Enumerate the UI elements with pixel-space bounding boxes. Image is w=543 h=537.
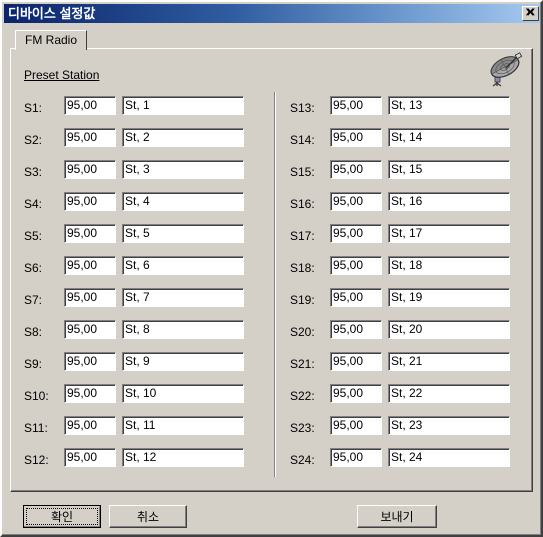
- preset-label: S22:: [290, 389, 315, 403]
- device-settings-window: 디바이스 설정값 FM Radio Preset Station S1: 95,…: [0, 0, 543, 537]
- preset-name-input[interactable]: St, 7: [122, 288, 244, 307]
- preset-name-input[interactable]: St, 13: [388, 96, 510, 115]
- preset-name-input[interactable]: St, 10: [122, 384, 244, 403]
- preset-name-input[interactable]: St, 3: [122, 160, 244, 179]
- cancel-button[interactable]: 취소: [109, 505, 187, 528]
- satellite-dish-icon: [485, 52, 525, 88]
- window-title: 디바이스 설정값: [8, 6, 96, 21]
- preset-label: S9:: [24, 357, 43, 371]
- preset-frequency-input[interactable]: 95,00: [330, 448, 382, 467]
- preset-name-input[interactable]: St, 12: [122, 448, 244, 467]
- preset-label: S4:: [24, 197, 43, 211]
- preset-label: S10:: [24, 389, 49, 403]
- preset-label: S3:: [24, 165, 43, 179]
- preset-label: S6:: [24, 261, 43, 275]
- preset-frequency-input[interactable]: 95,00: [64, 416, 116, 435]
- preset-name-input[interactable]: St, 18: [388, 256, 510, 275]
- close-icon: [526, 8, 535, 19]
- tab-fm-radio[interactable]: FM Radio: [15, 30, 88, 50]
- close-icon-glyph: [526, 8, 535, 16]
- preset-label: S7:: [24, 293, 43, 307]
- preset-label: S14:: [290, 133, 315, 147]
- preset-frequency-input[interactable]: 95,00: [330, 384, 382, 403]
- preset-name-input[interactable]: St, 19: [388, 288, 510, 307]
- preset-name-input[interactable]: St, 20: [388, 320, 510, 339]
- preset-name-input[interactable]: St, 15: [388, 160, 510, 179]
- preset-label: S19:: [290, 293, 315, 307]
- preset-label: S5:: [24, 229, 43, 243]
- preset-frequency-input[interactable]: 95,00: [64, 448, 116, 467]
- preset-frequency-input[interactable]: 95,00: [330, 224, 382, 243]
- ok-button-label: 확인: [50, 510, 74, 524]
- preset-label: S15:: [290, 165, 315, 179]
- preset-label: S13:: [290, 101, 315, 115]
- column-divider: [274, 92, 276, 477]
- preset-frequency-input[interactable]: 95,00: [64, 224, 116, 243]
- send-button[interactable]: 보내기: [357, 505, 437, 528]
- preset-label: S24:: [290, 453, 315, 467]
- preset-name-input[interactable]: St, 6: [122, 256, 244, 275]
- preset-name-input[interactable]: St, 22: [388, 384, 510, 403]
- ok-button[interactable]: 확인: [23, 505, 101, 528]
- title-bar[interactable]: 디바이스 설정값: [4, 4, 541, 23]
- preset-frequency-input[interactable]: 95,00: [64, 288, 116, 307]
- preset-name-input[interactable]: St, 2: [122, 128, 244, 147]
- preset-label: S8:: [24, 325, 43, 339]
- preset-frequency-input[interactable]: 95,00: [330, 128, 382, 147]
- preset-frequency-input[interactable]: 95,00: [330, 160, 382, 179]
- preset-frequency-input[interactable]: 95,00: [330, 352, 382, 371]
- preset-frequency-input[interactable]: 95,00: [64, 256, 116, 275]
- preset-name-input[interactable]: St, 9: [122, 352, 244, 371]
- preset-frequency-input[interactable]: 95,00: [64, 160, 116, 179]
- preset-frequency-input[interactable]: 95,00: [330, 416, 382, 435]
- preset-name-input[interactable]: St, 8: [122, 320, 244, 339]
- preset-frequency-input[interactable]: 95,00: [64, 352, 116, 371]
- preset-label: S12:: [24, 453, 49, 467]
- preset-name-input[interactable]: St, 21: [388, 352, 510, 371]
- preset-frequency-input[interactable]: 95,00: [64, 128, 116, 147]
- preset-name-input[interactable]: St, 5: [122, 224, 244, 243]
- preset-frequency-input[interactable]: 95,00: [330, 192, 382, 211]
- send-button-label: 보내기: [380, 510, 414, 524]
- preset-label: S1:: [24, 101, 43, 115]
- preset-frequency-input[interactable]: 95,00: [330, 96, 382, 115]
- preset-label: S20:: [290, 325, 315, 339]
- preset-name-input[interactable]: St, 11: [122, 416, 244, 435]
- preset-name-input[interactable]: St, 1: [122, 96, 244, 115]
- preset-frequency-input[interactable]: 95,00: [64, 384, 116, 403]
- preset-station-title: Preset Station: [24, 68, 100, 82]
- preset-label: S16:: [290, 197, 315, 211]
- preset-label: S23:: [290, 421, 315, 435]
- preset-name-input[interactable]: St, 17: [388, 224, 510, 243]
- satellite-dish-icon-glyph: [490, 52, 523, 87]
- preset-frequency-input[interactable]: 95,00: [64, 192, 116, 211]
- preset-frequency-input[interactable]: 95,00: [330, 256, 382, 275]
- preset-frequency-input[interactable]: 95,00: [64, 320, 116, 339]
- preset-label: S11:: [24, 421, 48, 435]
- preset-name-input[interactable]: St, 14: [388, 128, 510, 147]
- preset-name-input[interactable]: St, 16: [388, 192, 510, 211]
- preset-frequency-input[interactable]: 95,00: [64, 96, 116, 115]
- preset-label: S2:: [24, 133, 43, 147]
- preset-label: S18:: [290, 261, 315, 275]
- cancel-button-label: 취소: [136, 510, 160, 524]
- preset-label: S21:: [290, 357, 315, 371]
- preset-label: S17:: [290, 229, 315, 243]
- close-button[interactable]: [522, 6, 539, 21]
- preset-name-input[interactable]: St, 23: [388, 416, 510, 435]
- preset-frequency-input[interactable]: 95,00: [330, 320, 382, 339]
- preset-name-input[interactable]: St, 24: [388, 448, 510, 467]
- preset-frequency-input[interactable]: 95,00: [330, 288, 382, 307]
- preset-name-input[interactable]: St, 4: [122, 192, 244, 211]
